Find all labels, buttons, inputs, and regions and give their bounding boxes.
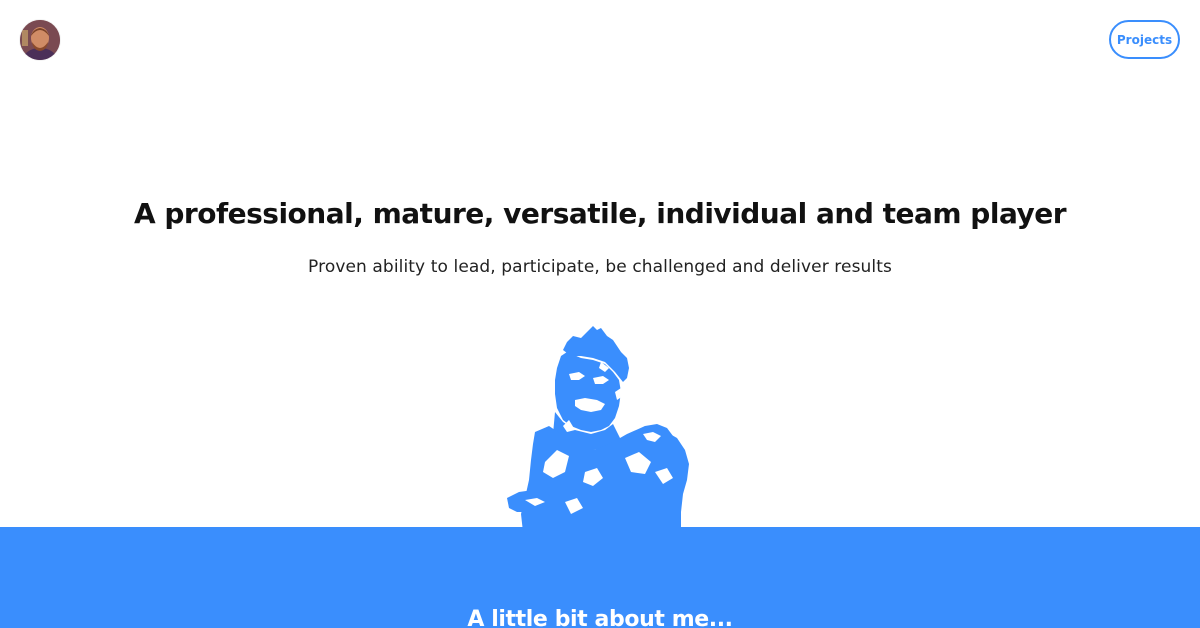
hero-subtitle: Proven ability to lead, participate, be … [308,257,892,277]
projects-button[interactable]: Projects [1109,20,1180,59]
about-heading: A little bit about me... [467,607,733,628]
projects-button-label: Projects [1116,32,1173,47]
portrait-illustration-icon [507,326,689,532]
avatar-icon[interactable] [20,20,60,60]
page: Projects A professional, mature, versati… [0,0,1200,628]
hero-title: A professional, mature, versatile, indiv… [133,197,1067,230]
